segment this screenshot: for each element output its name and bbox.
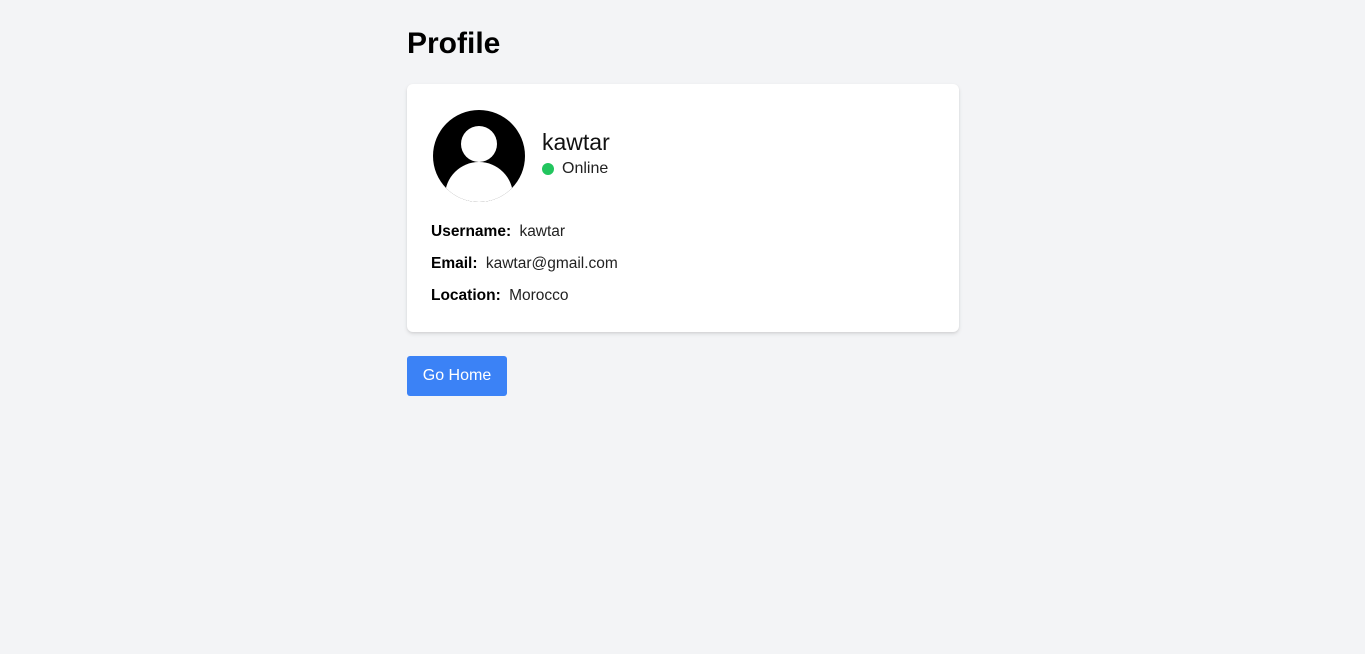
display-name: kawtar xyxy=(542,129,610,155)
profile-details: Username: kawtar Email: kawtar@gmail.com… xyxy=(431,222,618,318)
detail-value: kawtar@gmail.com xyxy=(485,255,618,272)
status-dot-icon xyxy=(542,163,554,175)
detail-location: Location: Morocco xyxy=(431,286,618,306)
detail-value: Morocco xyxy=(509,287,569,304)
detail-value: kawtar xyxy=(519,223,566,240)
online-status: Online xyxy=(542,159,610,179)
detail-username: Username: kawtar xyxy=(431,222,618,242)
detail-email: Email: kawtar@gmail.com xyxy=(431,254,618,274)
detail-label: Location: xyxy=(431,287,501,304)
profile-identity: kawtar Online xyxy=(542,127,610,179)
go-home-button[interactable]: Go Home xyxy=(407,356,507,396)
page-title: Profile xyxy=(407,27,501,60)
profile-header: kawtar Online xyxy=(433,110,610,202)
user-silhouette-icon xyxy=(433,110,525,202)
detail-label: Email: xyxy=(431,255,478,272)
status-text: Online xyxy=(562,160,609,177)
detail-label: Username: xyxy=(431,223,512,240)
profile-card: kawtar Online Username: kawtar Email: ka… xyxy=(407,84,959,332)
